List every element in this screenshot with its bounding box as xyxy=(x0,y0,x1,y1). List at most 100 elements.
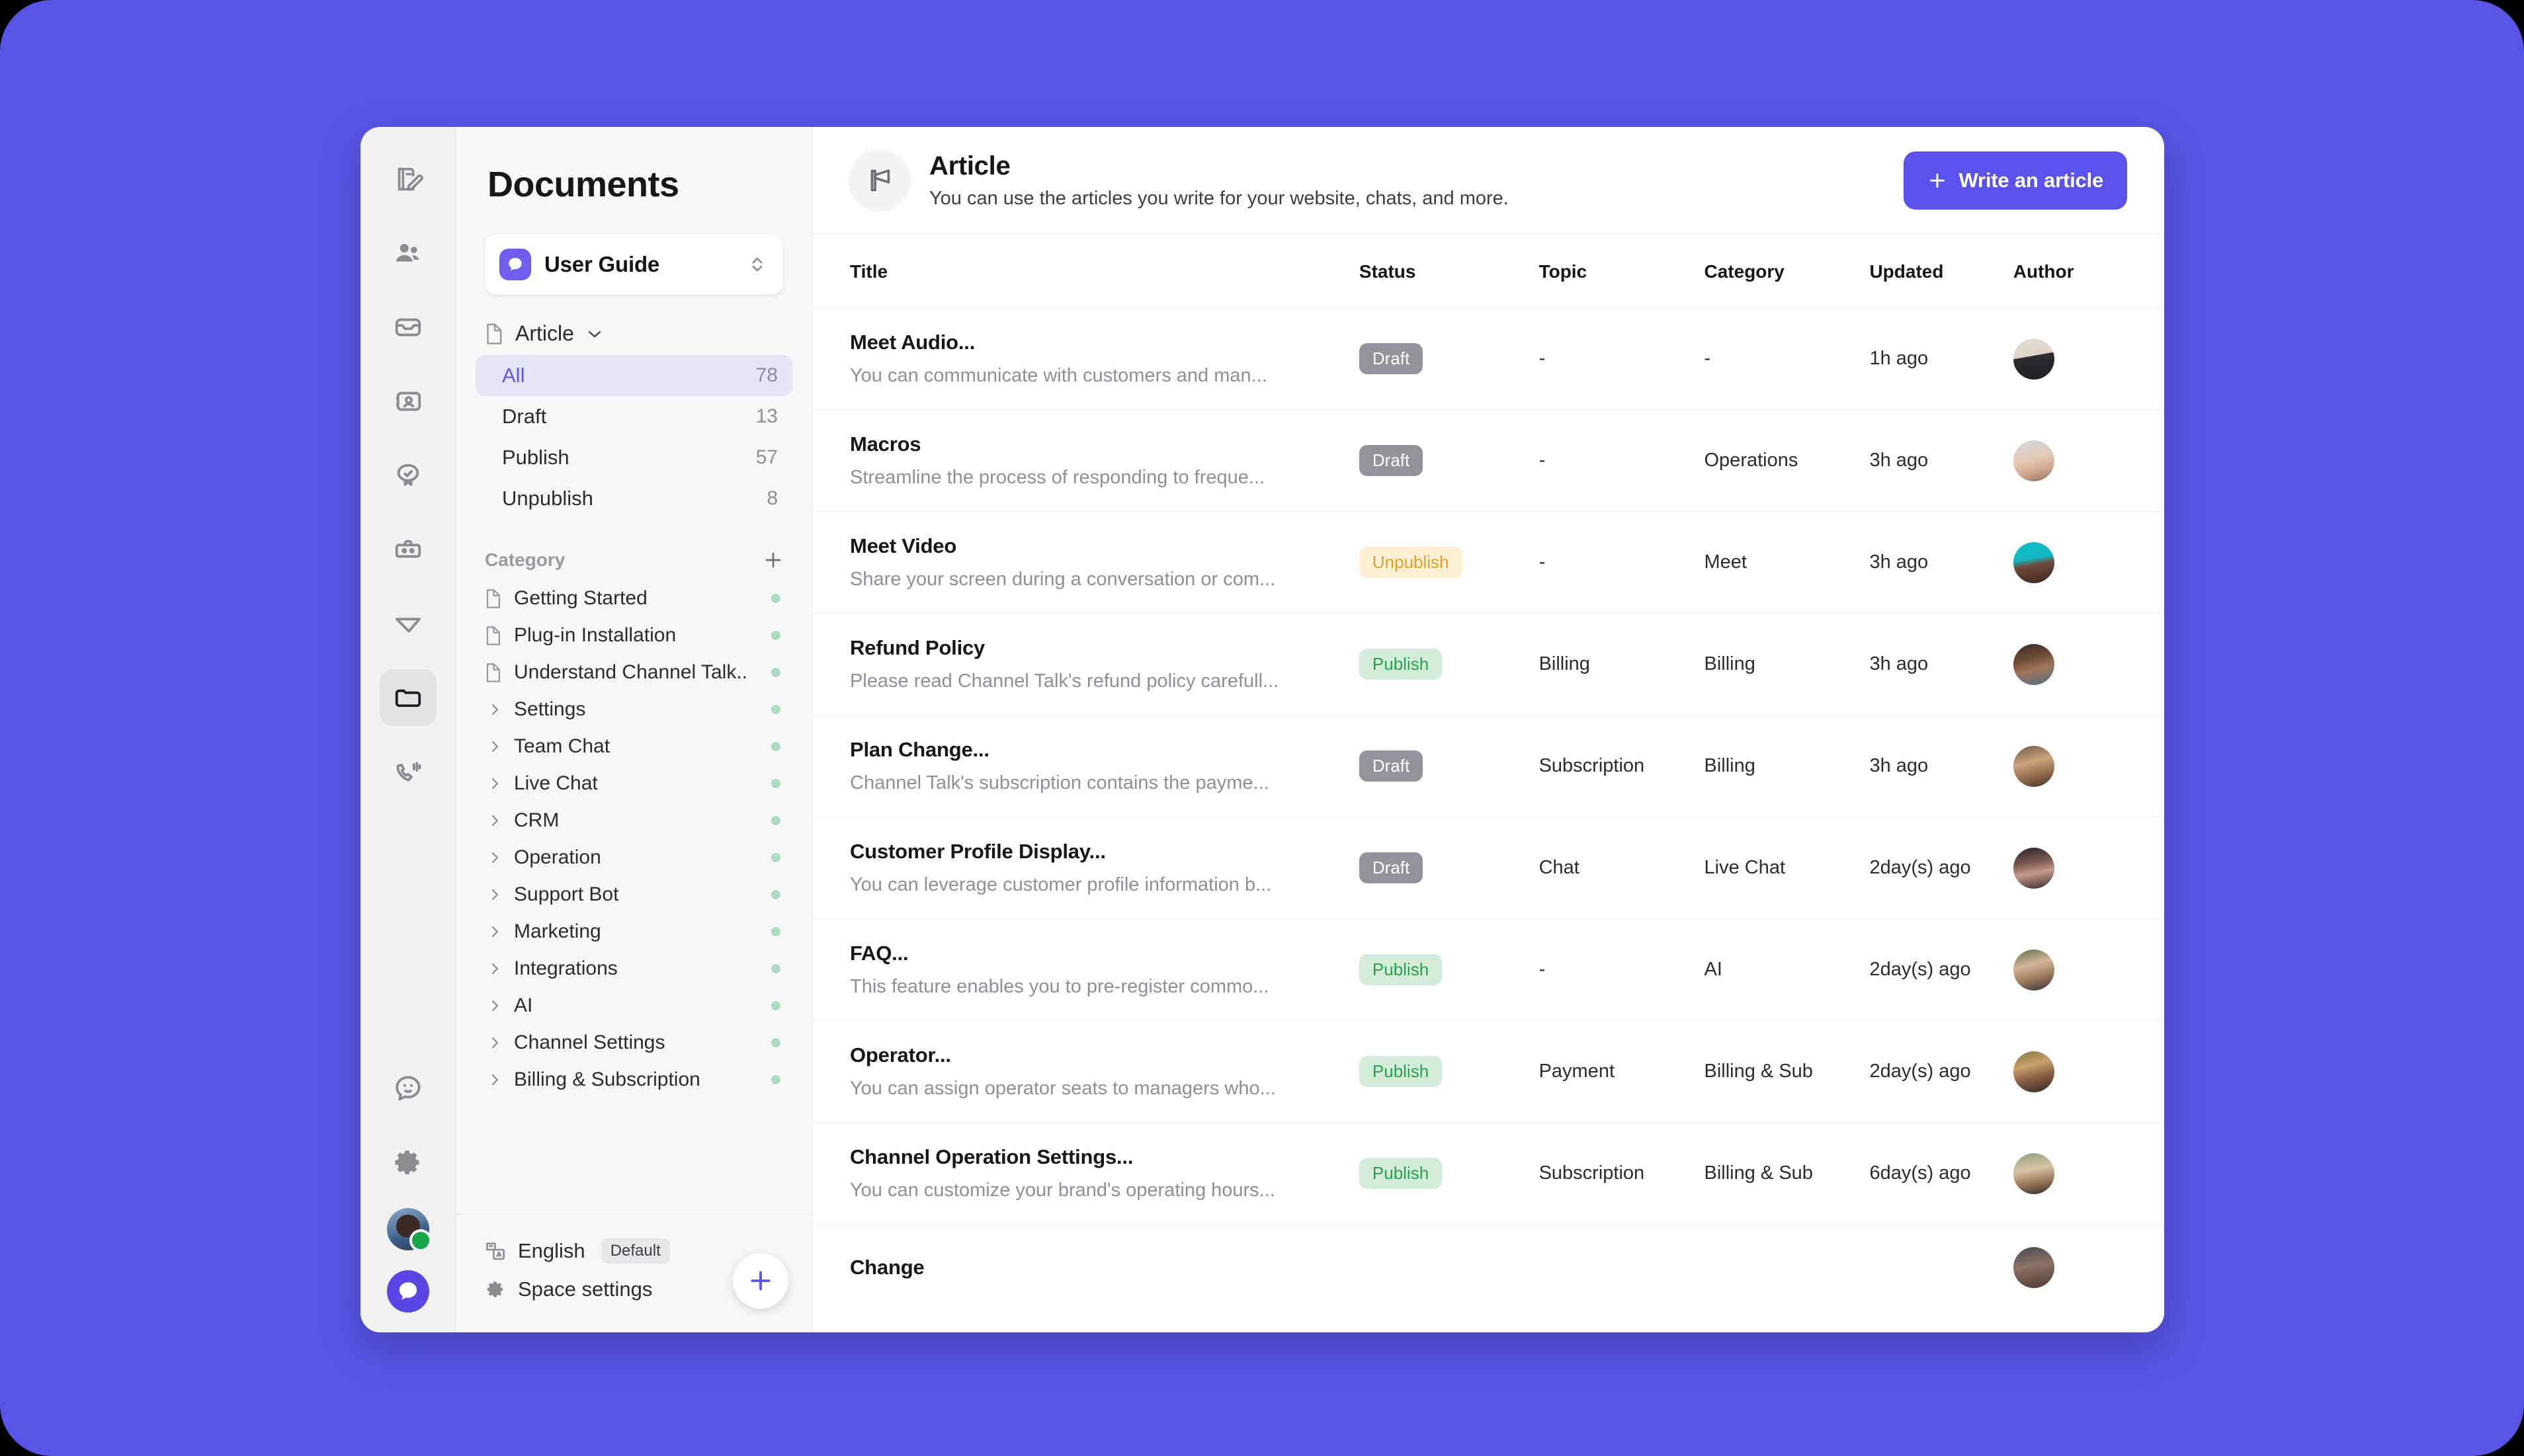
documents-sidebar: Documents User Guide Article All 78 Draf… xyxy=(456,127,813,1332)
space-name: User Guide xyxy=(544,252,660,276)
folder-icon[interactable] xyxy=(379,669,437,726)
article-category: Meet xyxy=(1704,511,1870,614)
chevron-right-icon xyxy=(485,1035,514,1051)
author-avatar xyxy=(2013,1153,2054,1194)
chevron-right-icon xyxy=(485,776,514,791)
article-description: Streamline the process of responding to … xyxy=(850,467,1265,488)
gear-icon[interactable] xyxy=(380,1134,437,1191)
table-row[interactable]: Meet Audio... You can communicate with c… xyxy=(813,307,2164,410)
category-item-ai[interactable]: AI xyxy=(476,987,792,1024)
table-row[interactable]: FAQ... This feature enables you to pre-r… xyxy=(813,918,2164,1021)
channel-talk-logo[interactable] xyxy=(386,1270,429,1313)
column-header-category[interactable]: Category xyxy=(1704,235,1870,308)
sidebar-filter-draft[interactable]: Draft 13 xyxy=(476,396,792,437)
desktop-background: Documents User Guide Article All 78 Draf… xyxy=(0,0,2524,1456)
table-row[interactable]: Plan Change... Channel Talk's subscripti… xyxy=(813,715,2164,817)
category-item-operation[interactable]: Operation xyxy=(476,839,792,876)
table-row[interactable]: Customer Profile Display... You can leve… xyxy=(813,817,2164,919)
team-icon[interactable] xyxy=(380,225,437,282)
article-category: Billing & Sub xyxy=(1704,1020,1870,1123)
column-header-author[interactable]: Author xyxy=(2013,235,2164,308)
article-description: Channel Talk's subscription contains the… xyxy=(850,772,1269,793)
category-label: CRM xyxy=(514,809,560,831)
chevron-right-icon xyxy=(485,739,514,754)
table-row[interactable]: Refund Policy Please read Channel Talk's… xyxy=(813,613,2164,715)
category-item-understand-channel-talk[interactable]: Understand Channel Talk.. xyxy=(476,654,792,691)
article-description: You can customize your brand's operating… xyxy=(850,1180,1275,1201)
sidebar-filter-publish[interactable]: Publish 57 xyxy=(476,437,792,478)
chevron-right-icon xyxy=(485,924,514,940)
column-header-title[interactable]: Title xyxy=(813,235,1359,308)
category-label: Understand Channel Talk.. xyxy=(514,661,747,683)
category-label: Team Chat xyxy=(514,735,610,757)
category-item-marketing[interactable]: Marketing xyxy=(476,913,792,950)
call-icon[interactable] xyxy=(380,743,437,800)
category-item-plug-in-installation[interactable]: Plug-in Installation xyxy=(476,617,792,654)
table-row[interactable]: Meet Video Share your screen during a co… xyxy=(813,511,2164,614)
table-row[interactable]: Macros Streamline the process of respond… xyxy=(813,409,2164,512)
article-title: Operator... xyxy=(850,1043,951,1067)
status-filter-list: All 78 Draft 13 Publish 57 Unpublish 8 xyxy=(456,355,812,519)
status-badge: Publish xyxy=(1359,1055,1443,1088)
status-badge: Draft xyxy=(1359,444,1423,477)
default-badge: Default xyxy=(601,1238,670,1264)
main-subtitle: You can use the articles you write for y… xyxy=(929,188,1509,209)
author-avatar xyxy=(2013,338,2054,380)
gear-icon xyxy=(487,1281,503,1297)
documents-write-icon[interactable] xyxy=(380,151,437,208)
document-icon xyxy=(487,323,502,344)
article-topic: Payment xyxy=(1538,1020,1704,1123)
category-label: AI xyxy=(514,994,533,1016)
table-row[interactable]: Operator... You can assign operator seat… xyxy=(813,1020,2164,1123)
table-row[interactable]: Channel Operation Settings... You can cu… xyxy=(813,1122,2164,1225)
category-item-live-chat[interactable]: Live Chat xyxy=(476,765,792,802)
add-document-button[interactable] xyxy=(733,1253,788,1309)
chat-face-icon[interactable] xyxy=(380,1060,437,1117)
sidebar-filter-all[interactable]: All 78 xyxy=(476,355,792,396)
author-avatar xyxy=(2013,440,2054,481)
inbox-icon[interactable] xyxy=(380,299,437,356)
column-header-updated[interactable]: Updated xyxy=(1869,235,2013,308)
main-panel: Article You can use the articles you wri… xyxy=(813,127,2164,1332)
sidebar-filter-unpublish[interactable]: Unpublish 8 xyxy=(476,478,792,519)
status-dot xyxy=(771,1038,780,1047)
category-item-settings[interactable]: Settings xyxy=(476,691,792,728)
category-item-getting-started[interactable]: Getting Started xyxy=(476,580,792,617)
filter-label: All xyxy=(502,364,525,387)
send-icon[interactable] xyxy=(380,595,437,652)
article-updated: 1h ago xyxy=(1869,307,2013,410)
table-header-row: Title Status Topic Category Updated Auth… xyxy=(813,235,2164,308)
table-row[interactable]: Change xyxy=(813,1225,2164,1311)
toolbox-icon[interactable] xyxy=(380,521,437,578)
column-header-status[interactable]: Status xyxy=(1359,235,1539,308)
badge-check-icon[interactable] xyxy=(380,447,437,504)
contacts-icon[interactable] xyxy=(380,373,437,430)
column-header-topic[interactable]: Topic xyxy=(1538,235,1704,308)
status-dot xyxy=(771,927,780,936)
filter-count: 78 xyxy=(755,364,778,386)
chevron-right-icon xyxy=(485,1072,514,1088)
article-category: Live Chat xyxy=(1704,817,1870,919)
page-title: Documents xyxy=(487,165,679,204)
status-badge: Draft xyxy=(1359,852,1423,884)
category-item-team-chat[interactable]: Team Chat xyxy=(476,728,792,765)
category-label: Getting Started xyxy=(514,587,648,609)
article-topic: Subscription xyxy=(1538,1122,1704,1225)
sidebar-section-article[interactable]: Article xyxy=(456,321,812,346)
document-icon xyxy=(485,626,514,646)
category-item-integrations[interactable]: Integrations xyxy=(476,950,792,987)
space-selector[interactable]: User Guide xyxy=(485,234,783,295)
status-dot xyxy=(771,742,780,751)
article-title: Meet Audio... xyxy=(850,331,976,354)
avatar[interactable] xyxy=(386,1208,432,1252)
article-updated: 3h ago xyxy=(1869,715,2013,817)
add-category-icon[interactable] xyxy=(763,550,783,570)
category-item-support-bot[interactable]: Support Bot xyxy=(476,876,792,913)
category-item-billing-subscription[interactable]: Billing & Subscription xyxy=(476,1061,792,1098)
write-an-article-button[interactable]: Write an article xyxy=(1903,151,2127,210)
status-dot xyxy=(771,594,780,603)
category-item-channel-settings[interactable]: Channel Settings xyxy=(476,1024,792,1061)
category-item-crm[interactable]: CRM xyxy=(476,802,792,839)
filter-label: Draft xyxy=(502,405,547,428)
write-an-article-label: Write an article xyxy=(1958,169,2104,192)
